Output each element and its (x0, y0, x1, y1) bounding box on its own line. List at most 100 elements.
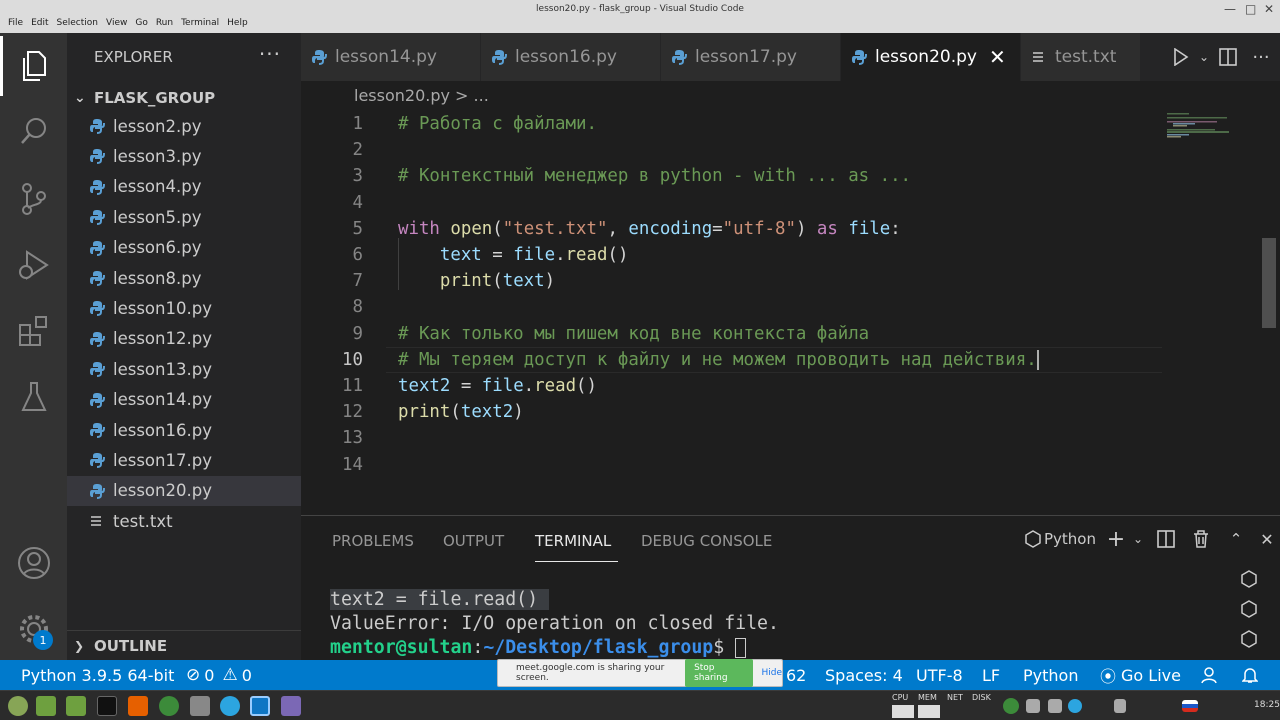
tray-camera-icon[interactable] (1026, 699, 1040, 713)
terminal-instance-icon[interactable] (1237, 594, 1261, 624)
language-mode[interactable]: Python (1023, 660, 1078, 690)
menu-view[interactable]: View (102, 18, 131, 28)
app-icon[interactable] (281, 696, 301, 716)
minimize-icon[interactable]: — (1224, 2, 1236, 16)
stop-sharing-button[interactable]: Stop sharing (685, 659, 754, 687)
file-item[interactable]: lesson12.py (67, 324, 301, 354)
close-panel-icon[interactable]: ✕ (1254, 530, 1280, 549)
chrome-app-icon[interactable] (159, 696, 179, 716)
tab-debug-console[interactable]: DEBUG CONSOLE (641, 532, 772, 550)
file-item[interactable]: lesson16.py (67, 415, 301, 445)
files-app-icon[interactable] (36, 696, 56, 716)
notifications-icon[interactable] (1242, 660, 1258, 690)
code-line[interactable]: 1 # Работа с файлами. (301, 111, 1280, 137)
code-line[interactable]: 8 (301, 294, 1280, 320)
close-tab-icon[interactable]: ✕ (989, 45, 1006, 69)
tab-lesson17-py[interactable]: lesson17.py (661, 33, 841, 81)
menu-edit[interactable]: Edit (27, 18, 52, 28)
menu-selection[interactable]: Selection (53, 18, 102, 28)
vscode-app-icon[interactable] (250, 696, 270, 716)
file-item[interactable]: lesson8.py (67, 263, 301, 293)
maximize-icon[interactable]: □ (1245, 2, 1256, 16)
menu-run[interactable]: Run (152, 18, 177, 28)
code-line[interactable]: 11 text2 = file.read() (301, 373, 1280, 399)
code-line[interactable]: 7 print(text) (301, 268, 1280, 294)
chevron-down-icon[interactable]: ⌄ (1195, 50, 1213, 64)
screenshot-app-icon[interactable] (190, 696, 210, 716)
terminal-app-icon[interactable] (97, 696, 117, 716)
explorer-activity[interactable] (0, 36, 67, 96)
tab-terminal[interactable]: TERMINAL (535, 532, 611, 550)
minimap[interactable] (1167, 112, 1257, 152)
menu-terminal[interactable]: Terminal (177, 18, 223, 28)
menu-help[interactable]: Help (223, 18, 252, 28)
keyboard-layout-icon[interactable] (1182, 700, 1198, 712)
end-of-line[interactable]: LF (982, 660, 1000, 690)
code-line[interactable]: 4 (301, 190, 1280, 216)
bluetooth-icon[interactable] (1114, 699, 1126, 713)
more-icon[interactable]: ··· (1242, 47, 1280, 68)
file-item[interactable]: lesson6.py (67, 233, 301, 263)
code-line[interactable]: 12 print(text2) (301, 399, 1280, 425)
source-control-activity[interactable] (0, 169, 67, 229)
go-live-button[interactable]: ⦿ Go Live (1100, 660, 1181, 690)
more-actions-icon[interactable]: ··· (259, 42, 281, 66)
start-menu-icon[interactable] (8, 696, 28, 716)
file-item[interactable]: lesson10.py (67, 293, 301, 323)
search-activity[interactable] (0, 101, 67, 161)
tab-problems[interactable]: PROBLEMS (332, 532, 414, 550)
code-line[interactable]: 13 (301, 425, 1280, 451)
run-icon[interactable] (1166, 48, 1195, 66)
chevron-up-icon[interactable]: ⌃ (1218, 530, 1254, 548)
cursor-position[interactable]: 62 (786, 660, 806, 690)
tray-chrome-icon[interactable] (1003, 698, 1019, 714)
encoding[interactable]: UTF-8 (916, 660, 963, 690)
code-line[interactable]: 10 # Мы теряем доступ к файлу и не можем … (301, 346, 1280, 373)
menu-go[interactable]: Go (131, 18, 151, 28)
accounts-activity[interactable] (0, 533, 67, 593)
tab-lesson20-py[interactable]: lesson20.py ✕ (841, 33, 1021, 81)
menu-file[interactable]: File (4, 18, 27, 28)
extensions-activity[interactable] (0, 301, 67, 361)
tab-lesson16-py[interactable]: lesson16.py (481, 33, 661, 81)
code-editor[interactable]: 1 # Работа с файлами. 2 3 # Контекстный мене… (301, 108, 1280, 515)
firefox-app-icon[interactable] (128, 696, 148, 716)
terminal-instance-icon[interactable] (1237, 624, 1261, 654)
code-line[interactable]: 3 # Контекстный менеджер в python - with … (301, 163, 1280, 189)
tab-output[interactable]: OUTPUT (443, 532, 504, 550)
file-item[interactable]: lesson17.py (67, 445, 301, 475)
close-window-icon[interactable]: ✕ (1264, 2, 1274, 16)
folder-flask-group[interactable]: ⌄ FLASK_GROUP (74, 87, 215, 109)
file-item[interactable]: lesson5.py (67, 202, 301, 232)
manage-activity[interactable] (0, 599, 67, 659)
file-item[interactable]: lesson4.py (67, 172, 301, 202)
tab-test-txt[interactable]: test.txt (1021, 33, 1141, 81)
file-item[interactable]: test.txt (67, 506, 301, 536)
outline-section[interactable]: ❯ OUTLINE (74, 637, 167, 655)
tray-telegram-icon[interactable] (1068, 699, 1082, 713)
editor-scrollbar[interactable] (1262, 238, 1276, 328)
python-interpreter[interactable]: Python 3.9.5 64-bit (21, 660, 174, 690)
telegram-app-icon[interactable] (220, 696, 240, 716)
feedback-icon[interactable] (1200, 660, 1218, 690)
trash-icon[interactable] (1184, 530, 1218, 548)
add-terminal-icon[interactable]: + (1104, 527, 1128, 552)
tab-lesson14-py[interactable]: lesson14.py (301, 33, 481, 81)
file-item[interactable]: lesson20.py (67, 475, 301, 506)
run-debug-activity[interactable] (0, 235, 67, 295)
code-line[interactable]: 14 (301, 452, 1280, 478)
indentation[interactable]: Spaces: 4 (825, 660, 903, 690)
terminal-instance-icon[interactable] (1237, 564, 1261, 594)
file-item[interactable]: lesson14.py (67, 385, 301, 415)
file-item[interactable]: lesson13.py (67, 354, 301, 384)
breadcrumb[interactable]: lesson20.py > ... (354, 86, 489, 105)
file-item[interactable]: lesson2.py (67, 111, 301, 141)
file-item[interactable]: lesson3.py (67, 141, 301, 171)
code-line[interactable]: 2 (301, 137, 1280, 163)
split-terminal-icon[interactable] (1148, 530, 1184, 548)
split-editor-icon[interactable] (1213, 48, 1242, 66)
code-line[interactable]: 5 with open("test.txt", encoding="utf-8")… (301, 216, 1280, 242)
chevron-down-icon[interactable]: ⌄ (1128, 532, 1148, 546)
tray-app-icon[interactable] (1048, 699, 1062, 713)
terminal-shell-label[interactable]: Python (1044, 530, 1104, 548)
